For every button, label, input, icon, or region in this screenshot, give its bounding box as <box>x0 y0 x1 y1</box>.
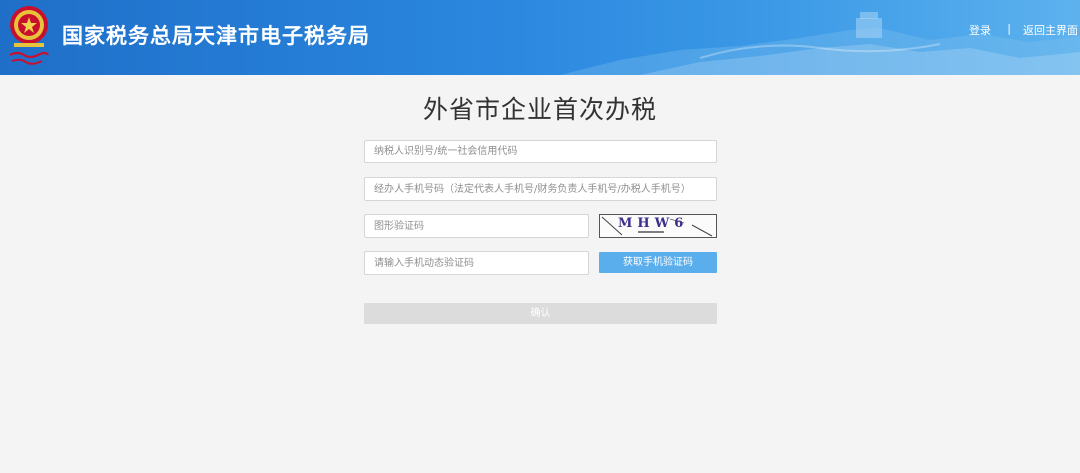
sms-code-input[interactable] <box>364 251 589 275</box>
login-link[interactable]: 登录 <box>969 22 991 38</box>
tax-emblem-logo <box>9 6 49 65</box>
agent-phone-input[interactable] <box>364 177 717 201</box>
captcha-image[interactable]: MHW6 <box>599 214 717 238</box>
tax-id-input[interactable] <box>364 140 717 163</box>
confirm-button[interactable]: 确认 <box>364 303 717 324</box>
captcha-text: MHW6 <box>618 216 689 231</box>
captcha-input[interactable] <box>364 214 589 238</box>
page-title: 外省市企业首次办税 <box>422 95 657 124</box>
header-banner: 国家税务总局天津市电子税务局 登录 | 返回主界面 <box>0 0 1080 75</box>
nav-separator: | <box>1007 22 1011 35</box>
site-title: 国家税务总局天津市电子税务局 <box>62 24 370 48</box>
return-home-link[interactable]: 返回主界面 <box>1023 22 1078 38</box>
get-sms-code-button[interactable]: 获取手机验证码 <box>599 252 717 273</box>
